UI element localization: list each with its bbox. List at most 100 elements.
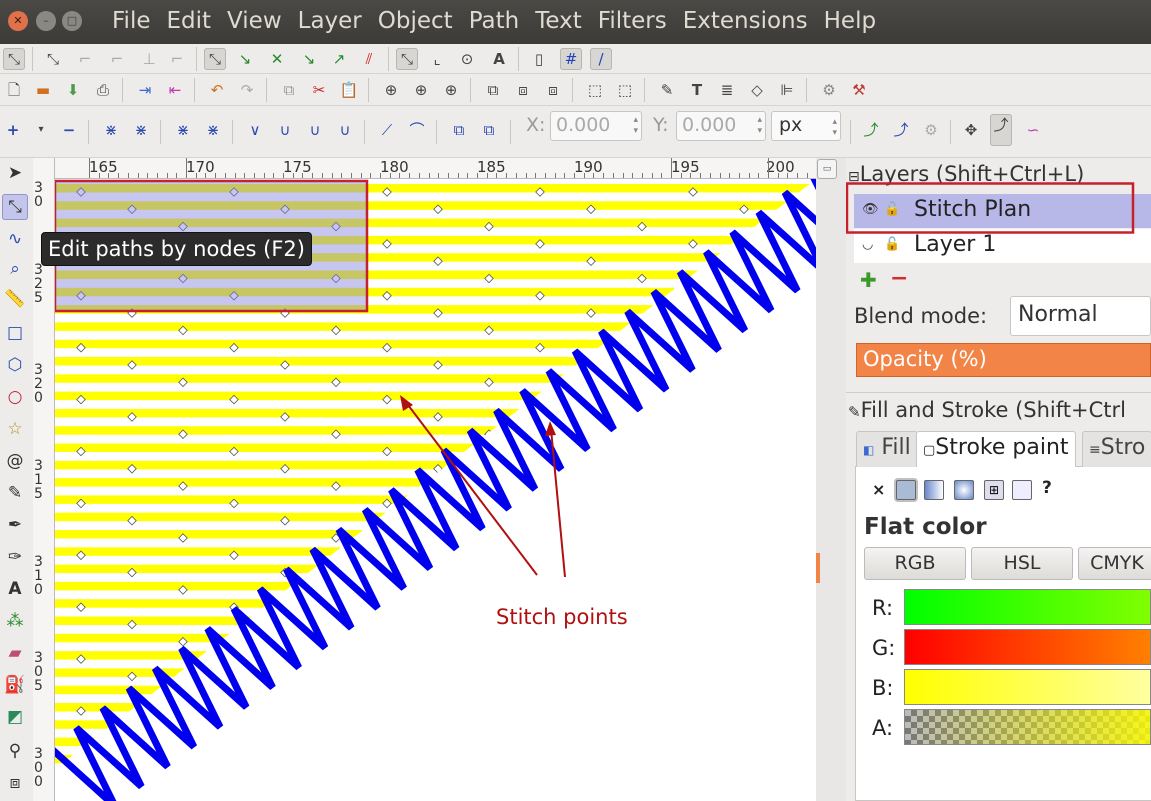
fill-stroke-dialog-icon[interactable]: ✎ — [656, 79, 678, 101]
unset-paint-icon[interactable]: ? — [1042, 478, 1052, 498]
snap-midpoints-icon[interactable]: ⫽ — [358, 48, 380, 70]
blue-channel-slider[interactable] — [904, 669, 1151, 705]
node-symmetric-icon[interactable]: ∪ — [304, 119, 326, 141]
snap-cusp-icon[interactable]: ↘ — [298, 48, 320, 70]
node-tool-icon[interactable]: ⤡ — [2, 194, 28, 220]
maximize-window-icon[interactable]: □ — [62, 11, 82, 31]
layer-lock-icon[interactable]: 🔓 — [884, 237, 900, 252]
zoom-selection-icon[interactable]: ⊕ — [380, 79, 402, 101]
snap-bbox-center-icon[interactable]: ⌐ — [166, 48, 188, 70]
green-channel-slider[interactable] — [904, 629, 1151, 665]
layers-dialog-icon[interactable]: ≣ — [716, 79, 738, 101]
hsl-mode-button[interactable]: HSL — [971, 547, 1073, 580]
clone-icon[interactable]: ⧈ — [512, 79, 534, 101]
snap-toggle-icon[interactable]: ⤡ — [3, 48, 25, 70]
connector-tool-icon[interactable]: ⧈ — [2, 770, 28, 796]
document-properties-icon[interactable]: ⚒ — [848, 79, 870, 101]
node-smooth-icon[interactable]: ∪ — [274, 119, 296, 141]
copy-icon[interactable]: ⧉ — [278, 79, 300, 101]
align-distribute-icon[interactable]: ⊫ — [776, 79, 798, 101]
delete-segment-icon[interactable]: ⋇ — [202, 119, 224, 141]
delete-node-icon[interactable]: − — [58, 119, 80, 141]
radial-gradient-icon[interactable] — [954, 480, 974, 500]
ungroup-icon[interactable]: ⬚ — [614, 79, 636, 101]
mesh-gradient-icon[interactable]: ⊞ — [984, 480, 1004, 500]
cmyk-mode-button[interactable]: CMYK — [1078, 547, 1151, 580]
unlink-clone-icon[interactable]: ⧈ — [542, 79, 564, 101]
rgb-mode-button[interactable]: RGB — [864, 547, 966, 580]
node-cusp-icon[interactable]: ∨ — [244, 119, 266, 141]
flat-color-icon[interactable] — [896, 480, 916, 500]
unit-select[interactable]: px ▴ ▾ — [771, 111, 841, 141]
rectangle-tool-icon[interactable]: □ — [2, 320, 28, 346]
add-layer-icon[interactable]: ✚ — [860, 268, 877, 292]
star-tool-icon[interactable]: ☆ — [2, 416, 28, 442]
snap-page-icon[interactable]: ▯ — [528, 48, 550, 70]
menu-path[interactable]: Path — [461, 8, 528, 34]
calligraphy-tool-icon[interactable]: ✑ — [2, 544, 28, 570]
snap-smooth-icon[interactable]: ↗ — [328, 48, 350, 70]
menu-filters[interactable]: Filters — [590, 8, 675, 34]
menu-layer[interactable]: Layer — [290, 8, 370, 34]
dock-handle[interactable] — [816, 553, 820, 583]
redo-icon[interactable]: ↷ — [236, 79, 258, 101]
save-icon[interactable]: ⬇ — [62, 79, 84, 101]
cut-icon[interactable]: ✂ — [308, 79, 330, 101]
snap-bbox-midpoint-icon[interactable]: ⊥ — [138, 48, 160, 70]
eraser-tool-icon[interactable]: ▰ — [2, 640, 28, 666]
tab-stroke-paint[interactable]: ▢Stroke paint — [916, 431, 1076, 467]
group-icon[interactable]: ⬚ — [584, 79, 606, 101]
show-handles-icon[interactable]: ⤴ — [890, 119, 912, 141]
pen-tool-icon[interactable]: ✒ — [2, 512, 28, 538]
snap-guide-icon[interactable]: / — [590, 48, 612, 70]
duplicate-icon[interactable]: ⧉ — [482, 79, 504, 101]
close-window-icon[interactable]: ✕ — [8, 11, 28, 31]
menu-view[interactable]: View — [219, 8, 290, 34]
stroke-to-path-icon[interactable]: ⧉ — [478, 119, 500, 141]
tab-stroke-style[interactable]: ≡Stro — [1082, 431, 1151, 467]
3d-box-tool-icon[interactable]: ⬡ — [2, 352, 28, 378]
tweak-tool-icon[interactable]: ∿ — [2, 226, 28, 252]
minimize-window-icon[interactable]: – — [36, 11, 56, 31]
linear-gradient-icon[interactable] — [924, 480, 944, 500]
gradient-tool-icon[interactable]: ◩ — [2, 704, 28, 730]
spray-tool-icon[interactable]: ⁂ — [2, 608, 28, 634]
show-path-outline-icon[interactable]: ∽ — [1022, 119, 1044, 141]
menu-file[interactable]: File — [104, 8, 159, 34]
snap-intersections-icon[interactable]: ✕ — [266, 48, 288, 70]
snap-centers-icon[interactable]: ⌞ — [426, 48, 448, 70]
paint-bucket-tool-icon[interactable]: ⛽ — [2, 672, 28, 698]
pattern-icon[interactable] — [1012, 480, 1032, 500]
snap-rotation-center-icon[interactable]: ⊙ — [456, 48, 478, 70]
segment-curve-icon[interactable]: ⌒ — [406, 119, 428, 141]
show-mask-icon[interactable]: ⚙ — [920, 119, 942, 141]
remove-layer-icon[interactable]: − — [890, 266, 908, 291]
snap-bbox-icon[interactable]: ⤡ — [42, 48, 64, 70]
show-transform-handles-icon[interactable]: ⤴ — [860, 119, 882, 141]
tab-fill[interactable]: ◧ Fill — [856, 431, 918, 467]
menu-extensions[interactable]: Extensions — [675, 8, 816, 34]
snap-bbox-edge-icon[interactable]: ⌐ — [74, 48, 96, 70]
spiral-tool-icon[interactable]: @ — [2, 448, 28, 474]
menu-text[interactable]: Text — [527, 8, 590, 34]
zoom-tool-icon[interactable]: ⌕ — [2, 256, 28, 282]
insert-node-menu-icon[interactable]: ▾ — [30, 119, 52, 141]
zoom-drawing-icon[interactable]: ⊕ — [410, 79, 432, 101]
import-icon[interactable]: ⇥ — [134, 79, 156, 101]
snap-text-baseline-icon[interactable]: A — [488, 48, 510, 70]
no-paint-icon[interactable]: × — [872, 480, 885, 499]
object-to-path-icon[interactable]: ⧉ — [448, 119, 470, 141]
show-outline-icon[interactable]: ✥ — [960, 119, 982, 141]
break-path-icon[interactable]: ⋇ — [130, 119, 152, 141]
paste-icon[interactable]: 📋 — [338, 79, 360, 101]
zoom-page-icon[interactable]: ⊕ — [440, 79, 462, 101]
xml-editor-icon[interactable]: ◇ — [746, 79, 768, 101]
selector-tool-icon[interactable]: ➤ — [2, 160, 28, 186]
join-segment-icon[interactable]: ⋇ — [172, 119, 194, 141]
edit-clip-icon[interactable]: ⤴ — [990, 114, 1012, 146]
snap-others-icon[interactable]: ⤡ — [396, 48, 418, 70]
snap-paths-icon[interactable]: ↘ — [234, 48, 256, 70]
open-icon[interactable]: ▬ — [32, 79, 54, 101]
blend-mode-select[interactable]: Normal — [1010, 296, 1151, 336]
alpha-channel-slider[interactable] — [904, 709, 1151, 745]
